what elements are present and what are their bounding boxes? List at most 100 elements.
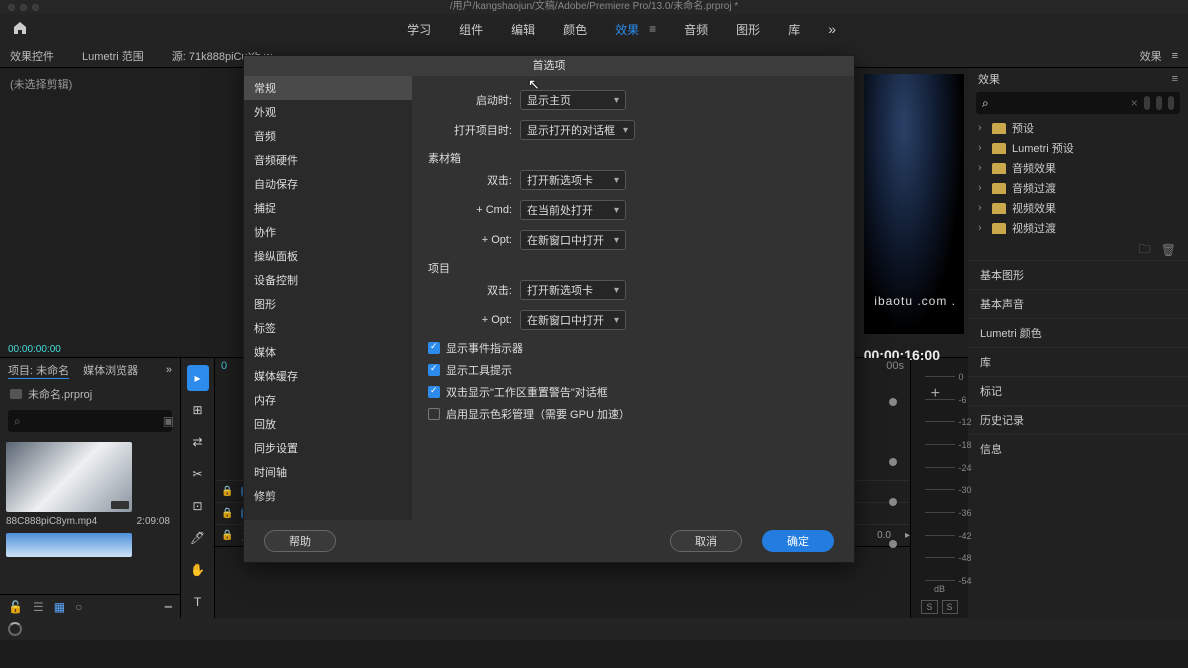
ws-assembly[interactable]: 组件 bbox=[459, 21, 483, 38]
ws-effects[interactable]: 效果 bbox=[615, 21, 639, 38]
cb-reset-warning[interactable] bbox=[428, 386, 440, 398]
bin-dblclick-select[interactable]: 打开新选项卡 bbox=[520, 170, 626, 190]
pen-tool[interactable]: 🖊 bbox=[187, 525, 209, 551]
hamburger-icon[interactable]: ≡ bbox=[649, 22, 656, 36]
lock-icon[interactable]: 🔒 bbox=[221, 530, 233, 541]
pref-memory[interactable]: 内存 bbox=[244, 388, 412, 412]
pref-audio-hardware[interactable]: 音频硬件 bbox=[244, 148, 412, 172]
lock-icon[interactable]: 🔒 bbox=[221, 486, 233, 497]
cb-tooltips[interactable] bbox=[428, 364, 440, 376]
openproj-select[interactable]: 显示打开的对话框 bbox=[520, 120, 635, 140]
ripple-edit-tool[interactable]: ⇄ bbox=[187, 429, 209, 455]
type-tool[interactable]: T bbox=[187, 589, 209, 615]
pref-collaboration[interactable]: 协作 bbox=[244, 220, 412, 244]
panel-overflow-icon[interactable]: » bbox=[166, 364, 172, 376]
fx-video-effects[interactable]: 视频效果 bbox=[968, 198, 1188, 218]
badge-32bit-icon[interactable] bbox=[1156, 96, 1162, 110]
new-bin-icon[interactable]: 🗀 bbox=[1139, 240, 1151, 261]
timeline-scrollbar[interactable] bbox=[886, 398, 900, 548]
slip-tool[interactable]: ⊡ bbox=[187, 493, 209, 519]
fx-presets[interactable]: 预设 bbox=[968, 118, 1188, 138]
dialog-title: 首选项 bbox=[244, 56, 854, 76]
panel-library[interactable]: 库 bbox=[968, 347, 1188, 376]
ws-color[interactable]: 颜色 bbox=[563, 21, 587, 38]
ok-button[interactable]: 确定 bbox=[762, 530, 834, 552]
overflow-icon[interactable]: » bbox=[828, 21, 836, 37]
search-x-icon[interactable]: × bbox=[1131, 96, 1138, 110]
ws-graphics[interactable]: 图形 bbox=[736, 21, 760, 38]
razor-tool[interactable]: ✂ bbox=[187, 461, 209, 487]
tab-lumetri-scopes[interactable]: Lumetri 范围 bbox=[82, 48, 144, 64]
panel-markers[interactable]: 标记 bbox=[968, 376, 1188, 405]
ws-audio[interactable]: 音频 bbox=[684, 21, 708, 38]
traffic-lights[interactable] bbox=[8, 4, 39, 11]
pref-timeline[interactable]: 时间轴 bbox=[244, 460, 412, 484]
cb-event-indicator[interactable] bbox=[428, 342, 440, 354]
new-bin-icon[interactable]: ▣ bbox=[163, 414, 174, 428]
panel-menu-icon[interactable]: ≡ bbox=[1172, 50, 1178, 62]
fx-lumetri-presets[interactable]: Lumetri 预设 bbox=[968, 138, 1188, 158]
clip-duration: 2:09:08 bbox=[137, 516, 170, 527]
list-view-icon[interactable]: ☰ bbox=[33, 600, 44, 614]
fx-audio-effects[interactable]: 音频效果 bbox=[968, 158, 1188, 178]
ws-learn[interactable]: 学习 bbox=[407, 21, 431, 38]
effects-search-input[interactable] bbox=[989, 97, 1131, 109]
fx-video-transitions[interactable]: 视频过渡 bbox=[968, 218, 1188, 238]
panel-lumetri-color[interactable]: Lumetri 颜色 bbox=[968, 318, 1188, 347]
panel-essential-sound[interactable]: 基本声音 bbox=[968, 289, 1188, 318]
tab-effect-controls[interactable]: 效果控件 bbox=[10, 48, 54, 64]
bin-cmd-select[interactable]: 在当前处打开 bbox=[520, 200, 626, 220]
panel-essential-graphics[interactable]: 基本图形 bbox=[968, 260, 1188, 289]
pref-media[interactable]: 媒体 bbox=[244, 340, 412, 364]
tab-project[interactable]: 项目: 未命名 bbox=[8, 362, 69, 379]
clip-thumbnail[interactable] bbox=[6, 442, 132, 512]
bin-opt-select[interactable]: 在新窗口中打开 bbox=[520, 230, 626, 250]
ws-library[interactable]: 库 bbox=[788, 21, 800, 38]
track-select-tool[interactable]: ⊞ bbox=[187, 397, 209, 423]
pref-autosave[interactable]: 自动保存 bbox=[244, 172, 412, 196]
pref-graphics[interactable]: 图形 bbox=[244, 292, 412, 316]
pref-playback[interactable]: 回放 bbox=[244, 412, 412, 436]
write-lock-icon[interactable]: 🔓 bbox=[8, 600, 23, 614]
cb-color-mgmt[interactable] bbox=[428, 408, 440, 420]
freeform-view-icon[interactable]: ○ bbox=[75, 600, 82, 614]
zoom-slider[interactable]: ━ bbox=[165, 600, 172, 614]
ws-editing[interactable]: 编辑 bbox=[511, 21, 535, 38]
tl-timecode[interactable]: 0 bbox=[221, 360, 227, 372]
sequence-thumbnail[interactable] bbox=[6, 533, 132, 557]
hand-tool[interactable]: ✋ bbox=[187, 557, 209, 583]
startup-select[interactable]: 显示主页 bbox=[520, 90, 626, 110]
pref-control-surface[interactable]: 操纵面板 bbox=[244, 244, 412, 268]
badge-yuv-icon[interactable] bbox=[1168, 96, 1174, 110]
pref-sync-settings[interactable]: 同步设置 bbox=[244, 436, 412, 460]
tab-media-browser[interactable]: 媒体浏览器 bbox=[83, 362, 138, 378]
panel-history[interactable]: 历史记录 bbox=[968, 405, 1188, 434]
status-bar bbox=[0, 618, 1188, 640]
proj-dblclick-select[interactable]: 打开新选项卡 bbox=[520, 280, 626, 300]
project-search-input[interactable] bbox=[21, 415, 163, 427]
help-button[interactable]: 帮助 bbox=[264, 530, 336, 552]
pref-appearance[interactable]: 外观 bbox=[244, 100, 412, 124]
pref-device-control[interactable]: 设备控制 bbox=[244, 268, 412, 292]
pref-media-cache[interactable]: 媒体缓存 bbox=[244, 364, 412, 388]
clip-name: 88C888piC8ym.mp4 bbox=[6, 516, 97, 527]
tab-effects[interactable]: 效果 bbox=[1140, 48, 1162, 64]
pref-capture[interactable]: 捕捉 bbox=[244, 196, 412, 220]
home-icon[interactable] bbox=[12, 20, 28, 39]
cancel-button[interactable]: 取消 bbox=[670, 530, 742, 552]
fx-audio-transitions[interactable]: 音频过渡 bbox=[968, 178, 1188, 198]
pref-audio[interactable]: 音频 bbox=[244, 124, 412, 148]
solo-l[interactable]: S bbox=[921, 600, 937, 614]
panel-menu-icon[interactable]: ≡ bbox=[1172, 73, 1178, 85]
lock-icon[interactable]: 🔒 bbox=[221, 508, 233, 519]
badge-accel-icon[interactable] bbox=[1144, 96, 1150, 110]
icon-view-icon[interactable]: ▦ bbox=[54, 600, 65, 614]
selection-tool[interactable]: ▸ bbox=[187, 365, 209, 391]
trash-icon[interactable]: 🗑 bbox=[1161, 243, 1176, 257]
pref-labels[interactable]: 标签 bbox=[244, 316, 412, 340]
pref-general[interactable]: 常规 bbox=[244, 76, 412, 100]
solo-r[interactable]: S bbox=[942, 600, 958, 614]
proj-opt-select[interactable]: 在新窗口中打开 bbox=[520, 310, 626, 330]
panel-info[interactable]: 信息 bbox=[968, 434, 1188, 463]
pref-trim[interactable]: 修剪 bbox=[244, 484, 412, 508]
